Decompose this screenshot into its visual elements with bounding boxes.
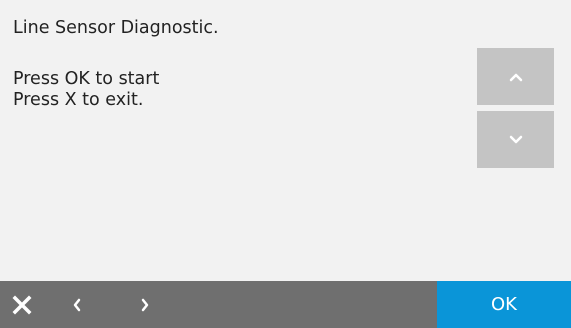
message-line-exit: Press X to exit.	[13, 90, 144, 110]
close-icon	[12, 295, 32, 314]
chevron-right-icon	[141, 298, 149, 311]
navigation-bar	[0, 281, 437, 328]
scroll-down-button[interactable]	[477, 111, 554, 168]
diagnostic-screen: Line Sensor Diagnostic. Press OK to star…	[0, 0, 571, 328]
previous-button[interactable]	[62, 281, 92, 328]
bottom-action-bar: OK	[0, 281, 571, 328]
exit-button[interactable]	[4, 281, 40, 328]
message-panel: Line Sensor Diagnostic. Press OK to star…	[13, 18, 453, 111]
scroll-up-button[interactable]	[477, 48, 554, 105]
next-button[interactable]	[130, 281, 160, 328]
message-title: Line Sensor Diagnostic.	[13, 18, 219, 38]
message-line-start: Press OK to start	[13, 69, 160, 89]
chevron-down-icon	[509, 135, 522, 143]
chevron-left-icon	[73, 298, 81, 311]
chevron-up-icon	[509, 73, 522, 81]
ok-button[interactable]: OK	[437, 281, 571, 328]
